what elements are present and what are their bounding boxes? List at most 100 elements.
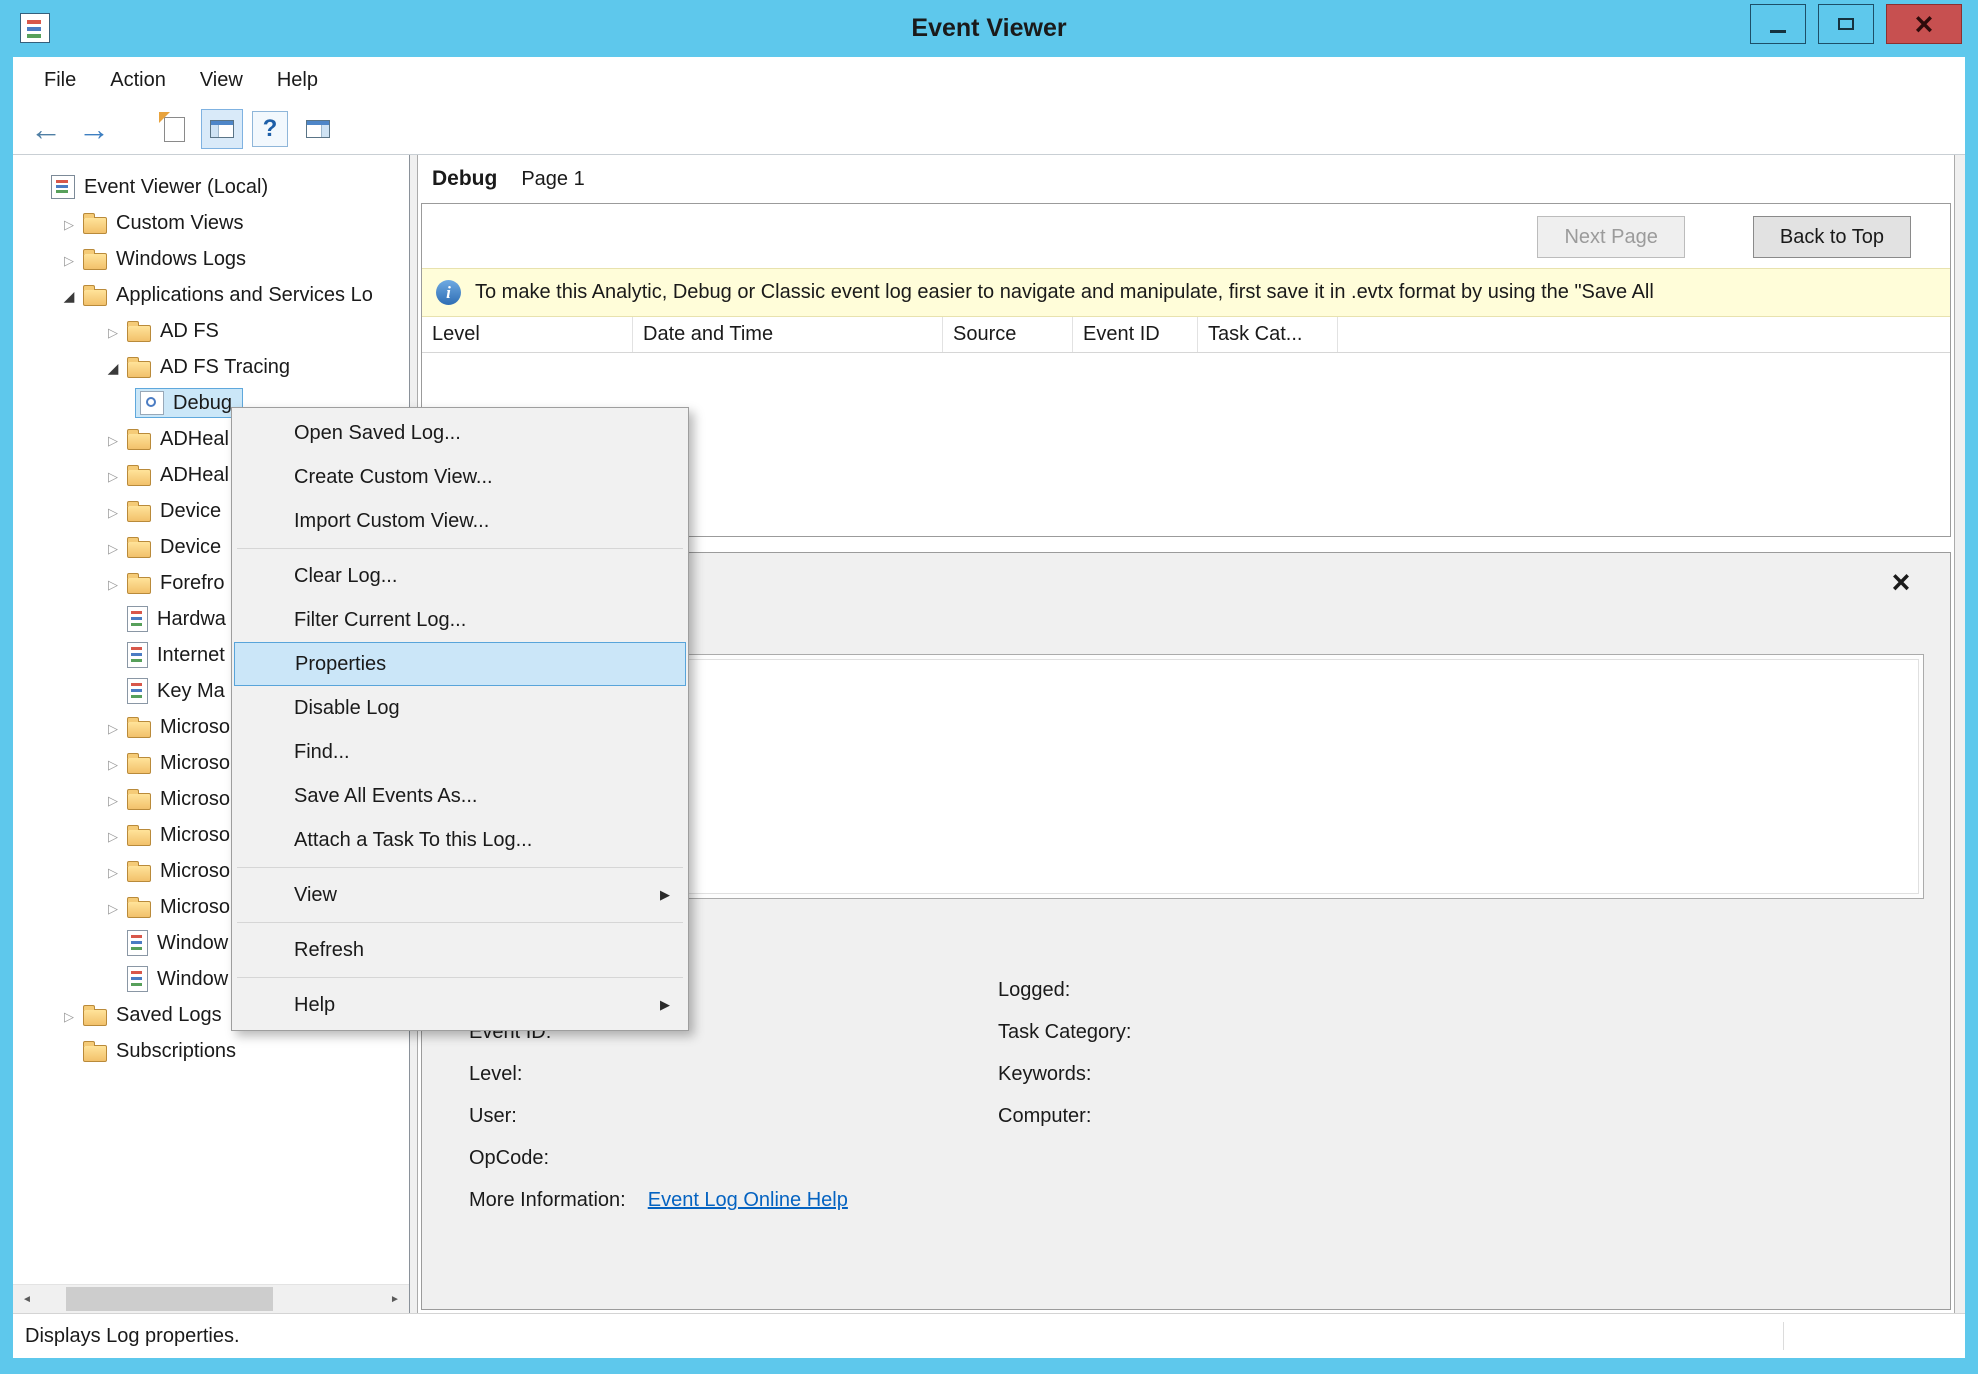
maximize-icon <box>1838 18 1854 30</box>
maximize-button[interactable] <box>1818 4 1874 44</box>
folder-icon <box>83 289 107 306</box>
show-action-pane-icon <box>306 120 330 138</box>
tree-item-label: Device <box>160 500 221 523</box>
menu-file[interactable]: File <box>27 57 93 104</box>
help-button[interactable] <box>249 109 291 149</box>
horizontal-scrollbar[interactable] <box>13 1284 409 1313</box>
collapse-arrow-icon[interactable] <box>99 356 127 379</box>
minimize-button[interactable] <box>1750 4 1806 44</box>
menu-item-filter-current-log[interactable]: Filter Current Log... <box>234 598 686 642</box>
expand-arrow-icon[interactable] <box>99 824 127 847</box>
scroll-left-arrow-icon[interactable] <box>13 1285 41 1313</box>
event-log-online-help-link[interactable]: Event Log Online Help <box>648 1189 848 1211</box>
menu-item-import-custom-view[interactable]: Import Custom View... <box>234 499 686 543</box>
expand-arrow-icon[interactable] <box>99 752 127 775</box>
field-label-level: Level: <box>469 1063 522 1086</box>
tree-item-ad-fs[interactable]: AD FS <box>13 313 409 349</box>
expand-arrow-icon[interactable] <box>55 1004 83 1027</box>
tree-item-label: Key Ma <box>157 680 225 703</box>
menu-item-view[interactable]: View <box>234 873 686 917</box>
preview-close-icon[interactable] <box>1886 567 1916 597</box>
back-to-top-button[interactable]: Back to Top <box>1753 216 1911 258</box>
event-log-icon <box>127 930 148 956</box>
forward-button[interactable] <box>73 109 115 149</box>
status-text: Displays Log properties. <box>25 1325 240 1348</box>
more-information-row: More Information:Event Log Online Help <box>469 1189 848 1212</box>
folder-icon <box>127 541 151 558</box>
menu-item-properties[interactable]: Properties <box>234 642 686 686</box>
tree-item-label: AD FS <box>160 320 219 343</box>
column-header-task-category[interactable]: Task Cat... <box>1198 317 1338 352</box>
tree-item-ad-fs-tracing[interactable]: AD FS Tracing <box>13 349 409 385</box>
toolbar <box>13 104 1965 155</box>
menu-item-create-custom-view[interactable]: Create Custom View... <box>234 455 686 499</box>
log-icon <box>140 391 164 415</box>
expand-arrow-icon[interactable] <box>99 860 127 883</box>
collapse-arrow-icon[interactable] <box>55 284 83 307</box>
folder-icon <box>127 793 151 810</box>
page-indicator: Page 1 <box>521 168 584 191</box>
expand-arrow-icon[interactable] <box>99 320 127 343</box>
menu-item-attach-task[interactable]: Attach a Task To this Log... <box>234 818 686 862</box>
menu-action[interactable]: Action <box>93 57 183 104</box>
expand-arrow-icon[interactable] <box>99 500 127 523</box>
show-console-tree-button[interactable] <box>201 109 243 149</box>
folder-icon <box>127 577 151 594</box>
menu-item-refresh[interactable]: Refresh <box>234 928 686 972</box>
tree-item-label: Internet <box>157 644 225 667</box>
tree-item-label: AD FS Tracing <box>160 356 290 379</box>
menu-separator <box>237 922 683 923</box>
column-header-event-id[interactable]: Event ID <box>1073 317 1198 352</box>
submenu-arrow-icon <box>660 873 670 917</box>
field-label-task-category: Task Category: <box>998 1021 1131 1044</box>
expand-arrow-icon[interactable] <box>99 896 127 919</box>
show-console-tree-icon <box>210 120 234 138</box>
folder-icon <box>127 829 151 846</box>
next-page-button[interactable]: Next Page <box>1537 216 1684 258</box>
tree-item-applications-and-services-logs[interactable]: Applications and Services Lo <box>13 277 409 313</box>
tree-item-event-viewer-local[interactable]: Event Viewer (Local) <box>13 169 409 205</box>
menu-view[interactable]: View <box>183 57 260 104</box>
titlebar[interactable]: Event Viewer <box>0 0 1978 57</box>
tree-item-label: Microso <box>160 752 230 775</box>
scrollbar-thumb[interactable] <box>66 1287 273 1311</box>
window-controls <box>1750 4 1962 44</box>
close-button[interactable] <box>1886 4 1962 44</box>
tree-item-windows-logs[interactable]: Windows Logs <box>13 241 409 277</box>
log-name-title: Debug <box>432 167 497 191</box>
expand-arrow-icon[interactable] <box>55 212 83 235</box>
menu-item-open-saved-log[interactable]: Open Saved Log... <box>234 411 686 455</box>
info-icon <box>436 280 461 305</box>
back-button[interactable] <box>25 109 67 149</box>
info-bar-text: To make this Analytic, Debug or Classic … <box>475 281 1654 304</box>
menu-item-find[interactable]: Find... <box>234 730 686 774</box>
expand-arrow-icon[interactable] <box>99 428 127 451</box>
tree-item-subscriptions[interactable]: Subscriptions <box>13 1033 409 1069</box>
export-list-button[interactable] <box>153 109 195 149</box>
field-label-opcode: OpCode: <box>469 1147 549 1170</box>
menu-item-save-all-events-as[interactable]: Save All Events As... <box>234 774 686 818</box>
show-action-pane-button[interactable] <box>297 109 339 149</box>
window-title: Event Viewer <box>0 0 1978 57</box>
tree-item-label: ADHeal <box>160 428 229 451</box>
expand-arrow-icon[interactable] <box>99 464 127 487</box>
expand-arrow-icon[interactable] <box>55 248 83 271</box>
menu-item-clear-log[interactable]: Clear Log... <box>234 554 686 598</box>
tree-item-label: Debug <box>173 392 232 415</box>
tree-item-custom-views[interactable]: Custom Views <box>13 205 409 241</box>
folder-icon <box>127 721 151 738</box>
expand-arrow-icon[interactable] <box>99 788 127 811</box>
expand-arrow-icon[interactable] <box>99 716 127 739</box>
menu-item-disable-log[interactable]: Disable Log <box>234 686 686 730</box>
close-icon <box>1915 6 1934 42</box>
menu-item-help[interactable]: Help <box>234 983 686 1027</box>
menu-help[interactable]: Help <box>260 57 335 104</box>
expand-arrow-icon[interactable] <box>99 572 127 595</box>
column-header-source[interactable]: Source <box>943 317 1073 352</box>
field-label-computer: Computer: <box>998 1105 1091 1128</box>
scroll-right-arrow-icon[interactable] <box>381 1285 409 1313</box>
column-header-date-and-time[interactable]: Date and Time <box>633 317 943 352</box>
column-header-level[interactable]: Level <box>422 317 633 352</box>
folder-icon <box>127 469 151 486</box>
expand-arrow-icon[interactable] <box>99 536 127 559</box>
